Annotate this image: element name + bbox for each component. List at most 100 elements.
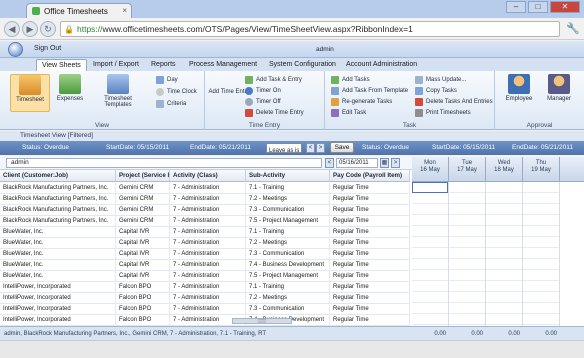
hours-cell[interactable] <box>523 204 559 215</box>
hours-cell[interactable] <box>486 292 522 303</box>
mass-update-button[interactable]: Mass Update... <box>415 75 466 85</box>
hours-cell[interactable] <box>486 237 522 248</box>
hours-cell[interactable] <box>523 248 559 259</box>
wrench-menu-icon[interactable]: 🔧 <box>566 22 580 35</box>
day-header-mon[interactable]: Mon 16 May <box>412 157 449 182</box>
hours-cell[interactable] <box>486 204 522 215</box>
table-row[interactable]: BlackRock Manufacturing Partners, Inc. Ge… <box>0 183 410 194</box>
forward-button[interactable]: ▶ <box>22 21 38 37</box>
hours-cell[interactable] <box>449 314 485 325</box>
delete-time-entry-button[interactable]: Delete Time Entry <box>245 108 304 118</box>
tab-view-sheets[interactable]: View Sheets <box>36 59 87 71</box>
sign-out-link[interactable]: Sign Out <box>34 45 61 52</box>
date-next-button[interactable]: > <box>391 158 400 168</box>
tab-close-icon[interactable]: × <box>122 6 127 15</box>
hours-cell[interactable] <box>523 270 559 281</box>
save-button[interactable]: Save <box>330 142 354 153</box>
table-row[interactable]: BlueWater, Inc. Capital IVR 7 - Administra… <box>0 227 410 238</box>
delete-tasks-button[interactable]: Delete Tasks And Entries <box>415 97 493 107</box>
hours-cell[interactable] <box>449 193 485 204</box>
day-header-wed[interactable]: Wed 18 May <box>486 157 523 182</box>
day-button[interactable]: Day <box>156 75 178 85</box>
hours-cell[interactable] <box>412 226 448 237</box>
timesheet-templates-button[interactable]: Timesheet Templates <box>90 74 146 108</box>
horizontal-scroll-handle[interactable]: ▒▒▒ <box>232 318 292 324</box>
day-header-thu[interactable]: Thu 19 May <box>523 157 560 182</box>
date-input[interactable]: 05/16/2011 <box>336 158 378 168</box>
hours-cell[interactable] <box>523 215 559 226</box>
hours-cell[interactable] <box>449 303 485 314</box>
hours-cell[interactable] <box>412 237 448 248</box>
hours-cell[interactable] <box>449 248 485 259</box>
status-next-button[interactable]: > <box>316 143 325 153</box>
column-header-activity[interactable]: Activity (Class) <box>170 170 246 182</box>
hours-cell[interactable] <box>486 303 522 314</box>
table-row[interactable]: IntelliPower, Incorporated Falcon BPO 7 - … <box>0 315 410 326</box>
tab-process-management[interactable]: Process Management <box>184 59 262 71</box>
hours-cell[interactable] <box>449 182 485 193</box>
hours-cell[interactable] <box>523 182 559 193</box>
column-header-sub-activity[interactable]: Sub-Activity <box>246 170 330 182</box>
table-row[interactable]: BlueWater, Inc. Capital IVR 7 - Administra… <box>0 260 410 271</box>
hours-cell[interactable] <box>486 193 522 204</box>
add-task-template-button[interactable]: Add Task From Template <box>331 86 408 96</box>
tab-reports[interactable]: Reports <box>146 59 181 71</box>
hours-cell[interactable] <box>523 314 559 325</box>
column-header-client[interactable]: Client (Customer:Job) <box>0 170 116 182</box>
hours-cell[interactable] <box>523 237 559 248</box>
hours-cell[interactable] <box>523 226 559 237</box>
hours-cell[interactable] <box>412 248 448 259</box>
date-prev-button[interactable]: < <box>325 158 334 168</box>
table-row[interactable]: BlackRock Manufacturing Partners, Inc. Ge… <box>0 216 410 227</box>
back-button[interactable]: ◀ <box>4 21 20 37</box>
status-prev-button[interactable]: < <box>306 143 315 153</box>
hours-cell[interactable] <box>486 182 522 193</box>
timer-off-button[interactable]: Timer Off <box>245 97 281 107</box>
add-tasks-button[interactable]: Add Tasks <box>331 75 370 85</box>
edit-task-button[interactable]: Edit Task <box>331 108 366 118</box>
hours-cell[interactable] <box>412 204 448 215</box>
leave-as-is-select[interactable]: Leave as is <box>266 143 302 154</box>
hours-cell[interactable] <box>412 259 448 270</box>
hours-cell[interactable] <box>486 281 522 292</box>
hours-cell[interactable] <box>523 193 559 204</box>
hours-cell[interactable] <box>412 182 448 193</box>
table-row[interactable]: BlueWater, Inc. Capital IVR 7 - Administra… <box>0 271 410 282</box>
reload-button[interactable]: ↻ <box>40 21 56 37</box>
time-clock-button[interactable]: Time Clock <box>156 87 197 97</box>
add-task-entry-button[interactable]: Add Task & Entry <box>245 75 302 85</box>
hours-cell[interactable] <box>523 292 559 303</box>
hours-cell[interactable] <box>449 237 485 248</box>
url-field[interactable]: 🔒 https://www.officetimesheets.com/OTS/Pa… <box>60 21 560 37</box>
table-row[interactable]: BlackRock Manufacturing Partners, Inc. Ge… <box>0 194 410 205</box>
criteria-button[interactable]: Criteria <box>156 99 186 109</box>
hours-cell[interactable] <box>486 248 522 259</box>
hours-cell[interactable] <box>412 270 448 281</box>
hours-cell[interactable] <box>412 292 448 303</box>
print-timesheets-button[interactable]: Print Timesheets <box>415 108 471 118</box>
hours-cell[interactable] <box>412 303 448 314</box>
hours-cell[interactable] <box>449 259 485 270</box>
hours-cell[interactable] <box>486 314 522 325</box>
table-row[interactable]: IntelliPower, Incorporated Falcon BPO 7 - … <box>0 293 410 304</box>
hours-cell[interactable] <box>523 259 559 270</box>
timesheet-button[interactable]: Timesheet <box>10 74 50 112</box>
copy-tasks-button[interactable]: Copy Tasks <box>415 86 457 96</box>
employee-filter-input[interactable]: admin <box>6 158 322 168</box>
hours-cell[interactable] <box>412 314 448 325</box>
tab-import-export[interactable]: Import / Export <box>88 59 144 71</box>
table-row[interactable]: BlueWater, Inc. Capital IVR 7 - Administra… <box>0 238 410 249</box>
column-header-pay-code[interactable]: Pay Code (Payroll Item) <box>330 170 410 182</box>
hours-cell[interactable] <box>412 281 448 292</box>
table-row[interactable]: BlueWater, Inc. Capital IVR 7 - Administra… <box>0 249 410 260</box>
browser-tab[interactable]: Office Timesheets × <box>26 3 132 18</box>
hours-cell[interactable] <box>523 281 559 292</box>
close-window-button[interactable]: ✕ <box>550 1 580 13</box>
regenerate-tasks-button[interactable]: Re-generate Tasks <box>331 97 392 107</box>
table-row[interactable]: BlackRock Manufacturing Partners, Inc. Ge… <box>0 205 410 216</box>
table-row[interactable]: IntelliPower, Incorporated Falcon BPO 7 - … <box>0 304 410 315</box>
app-orb-icon[interactable] <box>8 42 23 57</box>
calendar-icon[interactable]: ▦ <box>380 158 389 168</box>
tab-system-configuration[interactable]: System Configuration <box>264 59 341 71</box>
tab-account-administration[interactable]: Account Administration <box>341 59 422 71</box>
